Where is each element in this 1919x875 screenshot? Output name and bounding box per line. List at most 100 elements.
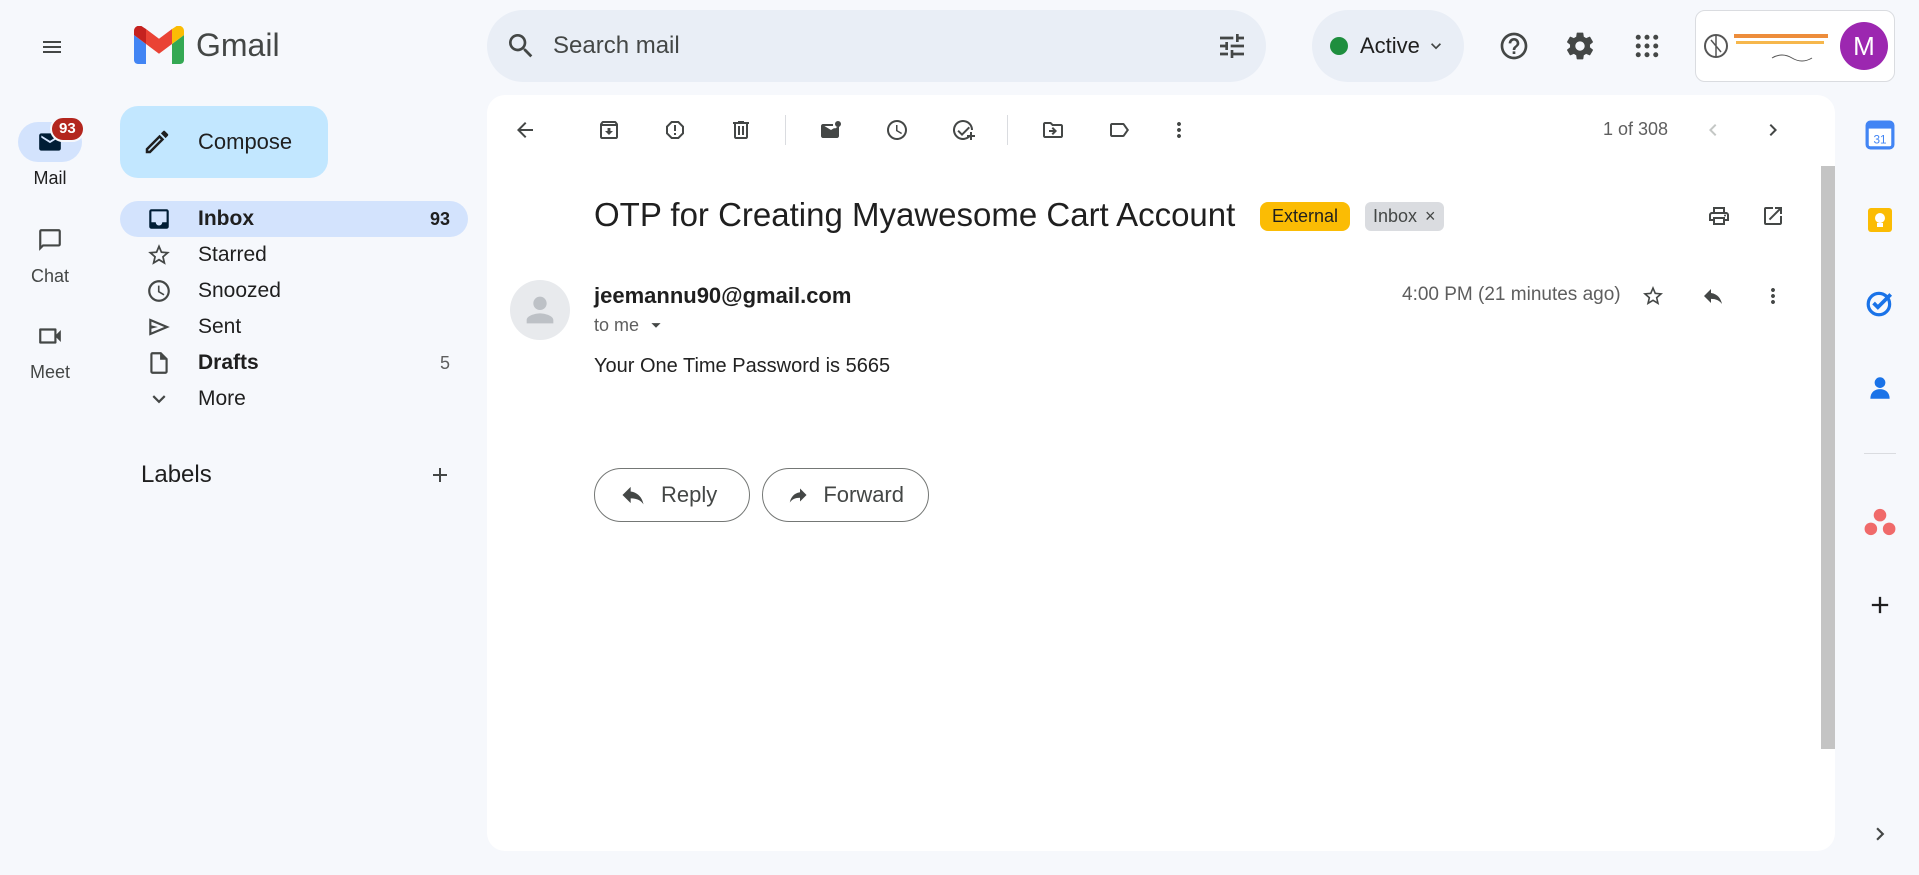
add-addon-icon[interactable] [1860, 585, 1900, 625]
expand-side-panel-chevron-icon[interactable] [1860, 814, 1900, 854]
open-in-new-window-icon[interactable] [1753, 196, 1793, 236]
sidebar-item-inbox[interactable]: Inbox 93 [120, 201, 468, 237]
video-icon [39, 328, 61, 344]
chat-icon [39, 229, 61, 251]
forward-label: Forward [823, 482, 904, 507]
sender-email[interactable]: jeemannu90@gmail.com [594, 283, 851, 309]
rail-label-meet: Meet [29, 362, 71, 382]
send-icon [149, 318, 170, 336]
sidebar-item-sent[interactable]: Sent [120, 309, 468, 345]
avatar[interactable]: M [1840, 22, 1888, 70]
draft-icon [150, 352, 168, 374]
caret-down-icon [651, 323, 661, 328]
search-options-icon[interactable] [1216, 30, 1248, 62]
inbox-label-chip: Inbox × [1365, 202, 1444, 231]
sidebar-item-label: Inbox [198, 207, 254, 230]
reply-label: Reply [661, 482, 718, 507]
back-arrow-icon[interactable] [505, 110, 545, 150]
chevron-down-icon [1430, 43, 1441, 50]
label-tag-icon[interactable] [1099, 110, 1139, 150]
rail-item-mail[interactable]: 93 Mail [0, 116, 100, 189]
email-timestamp: 4:00 PM (21 minutes ago) [1402, 284, 1621, 305]
google-apps-grid-icon[interactable] [1627, 26, 1667, 66]
person-icon [526, 296, 554, 324]
help-icon[interactable] [1494, 26, 1534, 66]
sidebar-item-label: Sent [198, 315, 242, 338]
clock-icon [148, 280, 170, 302]
chevron-down-icon [152, 395, 166, 404]
search-input[interactable] [553, 32, 1216, 60]
hamburger-menu-icon[interactable] [31, 26, 73, 68]
account-switcher[interactable]: M [1695, 10, 1895, 82]
pencil-icon [145, 130, 169, 154]
mark-unread-icon[interactable] [811, 110, 851, 150]
gmail-logo[interactable]: Gmail [134, 26, 280, 64]
previous-chevron-icon[interactable] [1693, 110, 1733, 150]
print-icon[interactable] [1699, 196, 1739, 236]
app-name: Gmail [196, 26, 280, 63]
snooze-clock-icon[interactable] [877, 110, 917, 150]
pagination-text: 1 of 308 [1603, 119, 1669, 139]
sidebar-item-label: More [198, 387, 246, 410]
labels-heading: Labels [141, 461, 212, 488]
sidebar-item-snoozed[interactable]: Snoozed [120, 273, 468, 309]
forward-arrow-icon [789, 488, 807, 503]
star-icon [148, 244, 170, 265]
sender-avatar [510, 280, 570, 340]
rail-label-chat: Chat [30, 266, 70, 286]
google-calendar-icon[interactable]: 31 [1860, 115, 1900, 155]
sidebar-item-label: Drafts [198, 351, 259, 374]
report-spam-icon[interactable] [655, 110, 695, 150]
compose-label: Compose [198, 129, 293, 154]
sidebar-item-label: Snoozed [198, 279, 281, 302]
rail-label-mail: Mail [33, 168, 67, 188]
asana-app-icon[interactable] [1860, 502, 1900, 542]
settings-gear-icon[interactable] [1560, 26, 1600, 66]
recipient-details[interactable]: to me [594, 314, 667, 336]
organization-logo [1702, 18, 1832, 74]
toolbar-divider [1007, 115, 1008, 145]
reply-icon[interactable] [1693, 276, 1733, 316]
google-contacts-icon[interactable] [1860, 368, 1900, 408]
sidebar-item-drafts[interactable]: Drafts 5 [120, 345, 468, 381]
inbox-icon [149, 209, 169, 229]
google-keep-icon[interactable] [1860, 200, 1900, 240]
move-to-folder-icon[interactable] [1033, 110, 1073, 150]
side-panel-divider [1864, 453, 1896, 454]
status-label: Active [1360, 33, 1420, 58]
rail-item-chat[interactable]: Chat [0, 220, 100, 287]
inbox-chip-label: Inbox [1373, 206, 1418, 226]
next-chevron-icon[interactable] [1753, 110, 1793, 150]
email-body: Your One Time Password is 5665 [594, 355, 891, 377]
add-label-icon[interactable] [420, 455, 460, 495]
mail-unread-badge: 93 [50, 116, 85, 142]
sidebar-item-count: 5 [439, 352, 450, 373]
compose-button[interactable]: Compose [120, 106, 328, 178]
scrollbar[interactable] [1821, 166, 1835, 749]
message-more-options-icon[interactable] [1753, 276, 1793, 316]
svg-text:31: 31 [1873, 134, 1886, 147]
archive-icon[interactable] [589, 110, 629, 150]
sidebar-item-count: 93 [429, 208, 450, 229]
recipient-label: to me [594, 314, 640, 335]
sidebar-item-starred[interactable]: Starred [120, 237, 468, 273]
add-to-tasks-icon[interactable] [943, 110, 983, 150]
search-icon[interactable] [505, 30, 537, 62]
email-subject: OTP for Creating Myawesome Cart Account [594, 196, 1236, 233]
remove-label-icon[interactable]: × [1425, 206, 1436, 227]
more-options-icon[interactable] [1159, 110, 1199, 150]
sidebar-item-more[interactable]: More [120, 381, 468, 417]
google-tasks-icon[interactable] [1860, 283, 1900, 323]
reply-arrow-icon [622, 486, 644, 505]
search-bar [487, 10, 1266, 82]
delete-trash-icon[interactable] [721, 110, 761, 150]
external-badge: External [1260, 202, 1351, 231]
sidebar-item-label: Starred [198, 243, 267, 266]
forward-button[interactable]: Forward [762, 468, 929, 522]
status-dropdown[interactable]: Active [1312, 10, 1464, 82]
reply-button[interactable]: Reply [594, 468, 750, 522]
rail-item-meet[interactable]: Meet [0, 316, 100, 383]
star-icon[interactable] [1633, 276, 1673, 316]
gmail-m-icon [134, 26, 184, 64]
toolbar-divider [785, 115, 786, 145]
